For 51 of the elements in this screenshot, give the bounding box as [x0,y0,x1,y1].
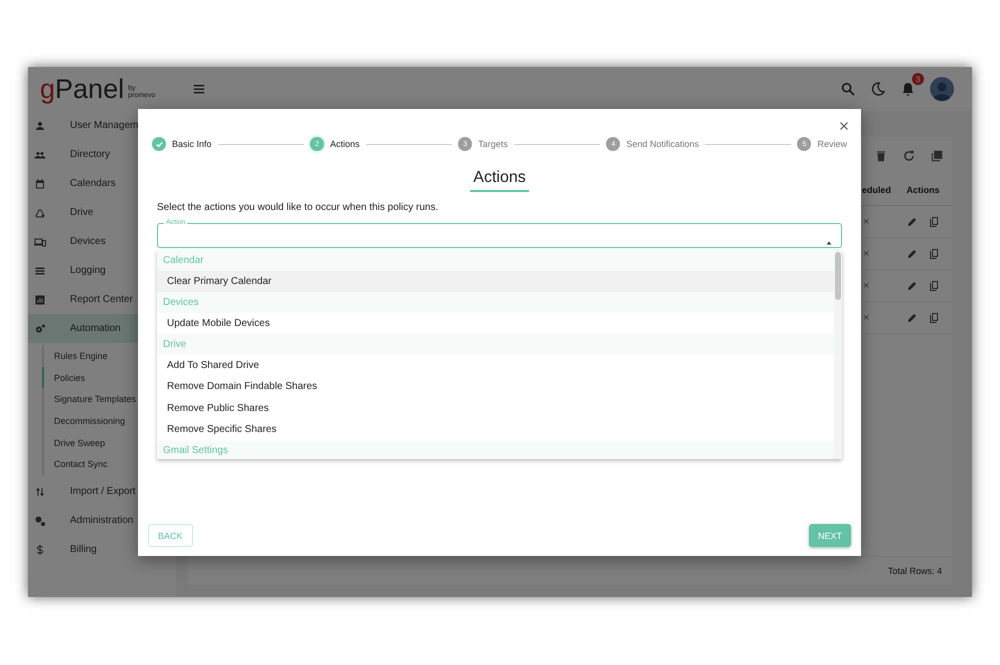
pencil-icon[interactable] [906,280,918,292]
copy-icon[interactable] [928,280,940,292]
pencil-icon[interactable] [906,248,918,260]
option-group-heading: Drive [157,334,834,354]
sidebar-item[interactable]: Import / Export [28,477,176,506]
person-icon [34,120,46,132]
gear-icon [34,322,46,334]
dialog-title: Actions [470,169,529,192]
table-cell-text: × [862,312,870,324]
step-label[interactable]: Basic Info [172,139,212,149]
table-cell-text: × [862,280,870,292]
close-icon[interactable] [838,120,850,132]
pencil-icon[interactable] [906,312,918,324]
total-rows-label: Total Rows: 4 [888,566,942,576]
column-header: Actions [905,185,940,195]
option-group-heading: Calendar [157,250,834,270]
refresh-icon[interactable] [902,149,916,163]
sidebar-item[interactable]: Calendars [28,169,176,198]
step-label[interactable]: Send Notifications [626,139,699,149]
caret-icon [825,239,833,247]
table-cell-text: × [862,248,870,260]
option-group-heading: Gmail Settings [157,440,834,459]
dollar-icon [34,544,46,556]
option-group-heading: Devices [157,292,834,312]
table-cell-text: × [862,216,870,228]
arrows-icon [34,486,46,498]
step-label[interactable]: Targets [478,139,508,149]
instruction-text: Select the actions you would like to occur when this policy runs. [157,202,440,213]
bar-chart-icon [34,294,46,306]
logo: gPanel [40,74,124,104]
pencil-icon[interactable] [906,216,918,228]
search-icon[interactable] [840,81,856,97]
step-label[interactable]: Review [817,139,847,149]
sidebar-item[interactable]: User Managem [28,111,176,140]
trash-icon[interactable] [874,149,888,163]
avatar[interactable] [930,77,954,101]
column-header: eduled [861,185,892,195]
calendar-icon [34,178,46,190]
copy-icon[interactable] [928,248,940,260]
bell-icon[interactable] [900,81,916,97]
scrollbar[interactable] [834,250,842,459]
option-item[interactable]: Clear Primary Calendar [157,270,834,292]
devices-icon [34,236,46,248]
copy-icon[interactable] [928,216,940,228]
step-label[interactable]: Actions [330,139,360,149]
list-icon [34,264,46,276]
moon-icon[interactable] [870,81,886,97]
copy-icon[interactable] [930,149,944,163]
menu-icon[interactable] [192,82,206,96]
copy-icon[interactable] [928,312,940,324]
notification-count: 3 [912,73,924,85]
